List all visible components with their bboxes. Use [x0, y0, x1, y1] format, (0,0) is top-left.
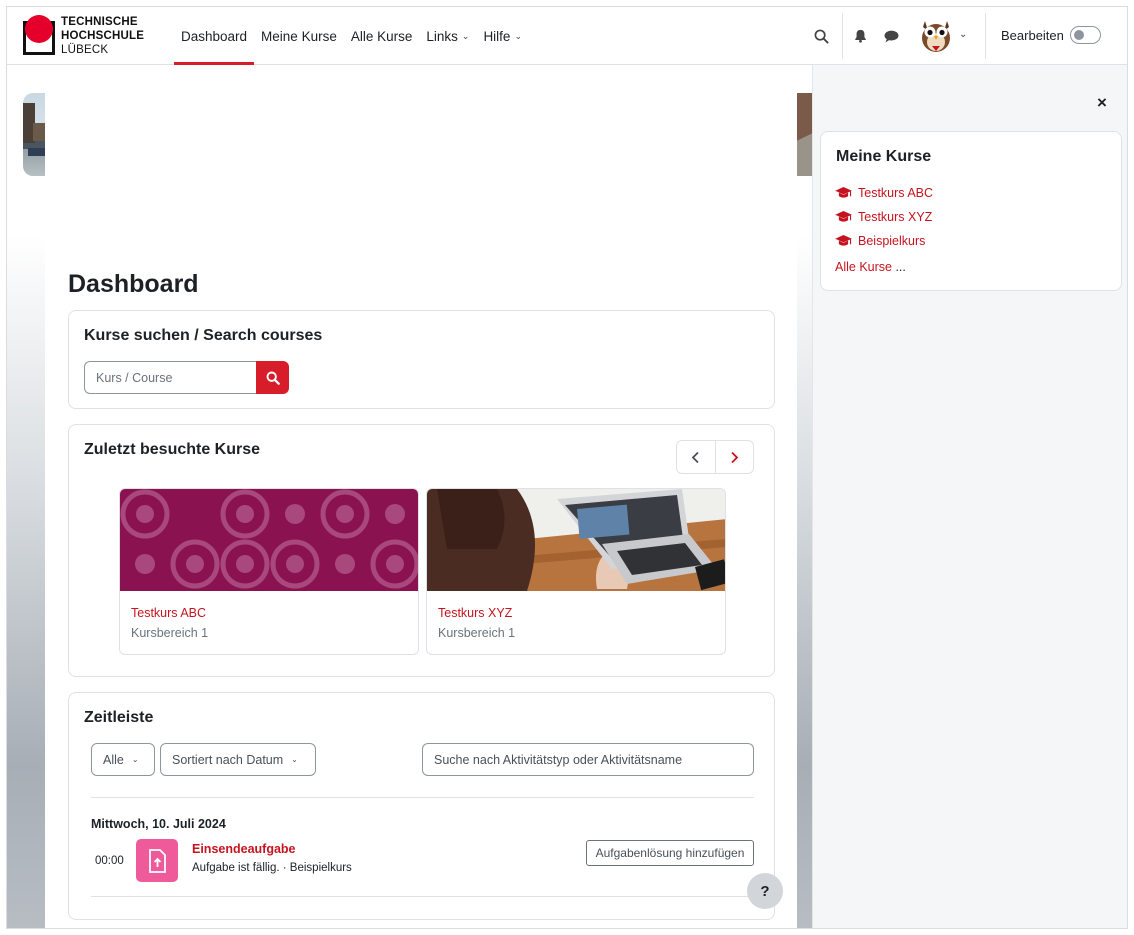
page-title: Dashboard — [68, 270, 199, 298]
top-navbar: TECHNISCHE HOCHSCHULE LÜBECK Dashboard M… — [7, 7, 1127, 65]
course-search-input[interactable] — [84, 361, 257, 394]
divider — [91, 896, 754, 897]
chevron-right-icon — [731, 451, 739, 463]
course-name[interactable]: Testkurs ABC — [131, 606, 206, 620]
course-card-testkurs-xyz[interactable]: Testkurs XYZ Kursbereich 1 — [426, 488, 726, 655]
nav-help-label: Hilfe — [483, 28, 511, 44]
course-name[interactable]: Testkurs XYZ — [438, 606, 512, 620]
chevron-down-icon: ⌄ — [514, 30, 522, 41]
primary-navigation: Dashboard Meine Kurse Alle Kurse Links ⌄ … — [174, 7, 529, 65]
timeline-title: Zeitleiste — [84, 709, 154, 726]
logo-text: TECHNISCHE HOCHSCHULE LÜBECK — [61, 15, 144, 57]
logo-line-3: LÜBECK — [61, 44, 109, 56]
nav-dashboard-label: Dashboard — [181, 28, 248, 44]
course-search-group — [84, 361, 289, 394]
recent-courses-block: Zuletzt besuchte Kurse Testkurs ABC Kurs… — [68, 424, 775, 677]
nav-all-courses[interactable]: Alle Kurse — [344, 7, 420, 65]
my-course-link[interactable]: Beispielkurs — [835, 234, 925, 248]
course-laptop-image — [427, 489, 725, 591]
graduation-cap-icon — [835, 187, 852, 198]
my-course-link[interactable]: Testkurs XYZ — [835, 210, 932, 224]
timeline-sort-value: Sortiert nach Datum — [172, 752, 284, 767]
edit-mode-toggle[interactable] — [1070, 26, 1101, 44]
my-course-label: Testkurs ABC — [858, 186, 934, 200]
my-course-label: Beispielkurs — [858, 234, 926, 248]
logo-line-1: TECHNISCHE — [61, 16, 138, 28]
all-courses-label: Alle Kurse — [835, 260, 892, 274]
search-icon[interactable] — [811, 26, 831, 46]
nav-help-dropdown[interactable]: Hilfe ⌄ — [476, 7, 529, 65]
nav-my-courses[interactable]: Meine Kurse — [254, 7, 344, 65]
timeline-filter-select[interactable]: Alle ⌄ — [91, 743, 155, 776]
bell-icon[interactable] — [850, 26, 870, 46]
search-icon — [266, 371, 280, 385]
event-subtitle: Aufgabe ist fällig. · Beispielkurs — [192, 862, 352, 874]
timeline-block: Zeitleiste Alle ⌄ Sortiert nach Datum ⌄ Mi… — [68, 692, 775, 920]
recent-courses-title: Zuletzt besuchte Kurse — [84, 441, 261, 458]
timeline-date-heading: Mittwoch, 10. Juli 2024 — [91, 817, 226, 831]
course-category: Kursbereich 1 — [438, 626, 516, 640]
logo-line-2: HOCHSCHULE — [61, 30, 145, 42]
divider — [91, 797, 754, 798]
chevron-down-icon: ⌄ — [291, 755, 298, 764]
nav-dashboard[interactable]: Dashboard — [174, 7, 255, 65]
course-pattern-image — [120, 489, 418, 591]
th-luebeck-logo[interactable]: TECHNISCHE HOCHSCHULE LÜBECK — [23, 13, 153, 59]
course-category: Kursbereich 1 — [131, 626, 209, 640]
all-courses-ellipsis: ... — [891, 260, 906, 274]
nav-links-label: Links — [426, 28, 458, 44]
my-course-link[interactable]: Testkurs ABC — [835, 186, 933, 200]
close-icon[interactable]: × — [1097, 93, 1107, 113]
user-avatar[interactable] — [919, 17, 953, 53]
navbar-divider — [842, 13, 843, 59]
chat-icon[interactable] — [881, 26, 901, 46]
user-menu-chevron-icon[interactable]: ⌄ — [959, 29, 967, 40]
assignment-icon — [136, 839, 178, 882]
chevron-down-icon: ⌄ — [131, 755, 139, 764]
logo-mark-icon — [23, 15, 55, 55]
all-courses-link[interactable]: Alle Kurse ... — [835, 260, 906, 274]
graduation-cap-icon — [835, 211, 852, 222]
timeline-sort-select[interactable]: Sortiert nach Datum ⌄ — [160, 743, 316, 776]
browser-viewport: TECHNISCHE HOCHSCHULE LÜBECK Dashboard M… — [6, 6, 1128, 929]
nav-my-courses-label: Meine Kurse — [261, 28, 337, 44]
event-time: 00:00 — [95, 855, 124, 867]
nav-links-dropdown[interactable]: Links ⌄ — [419, 7, 476, 65]
my-course-label: Testkurs XYZ — [858, 210, 933, 224]
right-block-drawer: × Meine Kurse Testkurs ABC Testkurs XYZ … — [812, 65, 1127, 928]
graduation-cap-icon — [835, 235, 852, 246]
my-courses-title: Meine Kurse — [836, 148, 932, 165]
timeline-search-input[interactable] — [422, 743, 754, 776]
course-card-testkurs-abc[interactable]: Testkurs ABC Kursbereich 1 — [119, 488, 419, 655]
previous-button[interactable] — [677, 441, 715, 473]
timeline-filter-value: Alle — [103, 752, 124, 767]
toggle-knob — [1074, 30, 1084, 40]
chevron-down-icon: ⌄ — [461, 30, 470, 41]
course-search-button[interactable] — [256, 361, 289, 394]
my-courses-block: Meine Kurse Testkurs ABC Testkurs XYZ Be… — [820, 131, 1122, 291]
search-courses-title: Kurse suchen / Search courses — [84, 327, 323, 344]
event-name-link[interactable]: Einsendeaufgabe — [192, 842, 296, 856]
edit-mode-label: Bearbeiten — [1001, 28, 1064, 43]
nav-all-courses-label: Alle Kurse — [350, 28, 413, 44]
recent-courses-pager — [676, 440, 754, 474]
search-courses-block: Kurse suchen / Search courses — [68, 310, 775, 409]
chevron-left-icon — [692, 451, 700, 463]
add-submission-button[interactable]: Aufgabenlösung hinzufügen — [586, 840, 754, 866]
next-button[interactable] — [714, 441, 753, 473]
navbar-divider — [985, 13, 986, 59]
help-button[interactable]: ? — [747, 873, 783, 909]
